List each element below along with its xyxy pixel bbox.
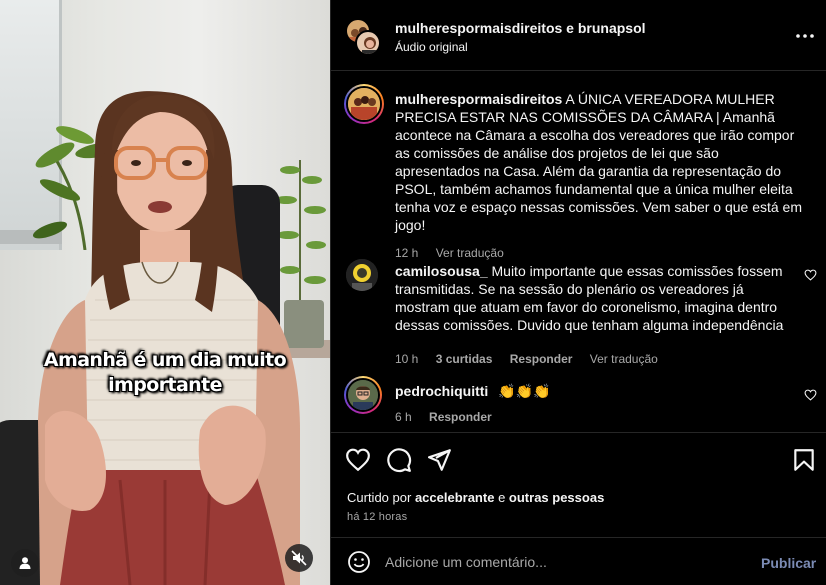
avatar[interactable]: [355, 30, 381, 56]
comment-time[interactable]: 10 h: [395, 352, 418, 366]
comment-meta: 6 h Responder: [395, 408, 795, 426]
liked-by-user[interactable]: accelebrante: [415, 490, 495, 505]
liked-by-others[interactable]: outras pessoas: [509, 490, 604, 505]
post-caption: mulherespormaisdireitos A ÚNICA VEREADOR…: [395, 90, 805, 262]
comment-username[interactable]: pedrochiquitti: [395, 383, 488, 399]
bookmark-icon[interactable]: [791, 447, 817, 473]
comment-username[interactable]: camilosousa_: [395, 263, 488, 279]
person-icon: [19, 557, 31, 569]
audio-label[interactable]: Áudio original: [395, 40, 468, 54]
send-icon[interactable]: [426, 447, 452, 473]
commenter-avatar[interactable]: [344, 376, 382, 414]
comment-icon[interactable]: [386, 447, 412, 473]
reply-button[interactable]: Responder: [429, 410, 492, 424]
reel-video[interactable]: Amanhã é um dia muito importante: [0, 0, 330, 585]
publish-button[interactable]: Publicar: [761, 555, 816, 571]
reply-button[interactable]: Responder: [510, 352, 573, 366]
add-comment-bar: Publicar: [331, 537, 826, 585]
caption-line-2: importante: [108, 374, 222, 396]
commenter-avatar[interactable]: [346, 259, 378, 291]
post-header: mulherespormaisdireitos e brunapsol Áudi…: [331, 0, 826, 71]
comment-time[interactable]: 6 h: [395, 410, 412, 424]
see-translation-link[interactable]: Ver tradução: [590, 352, 658, 366]
liked-by-conjunction: e: [498, 490, 506, 505]
presenter-image: [38, 91, 300, 585]
tagged-users-button[interactable]: [11, 549, 39, 577]
caption-line-1: Amanhã é um dia muito: [43, 349, 287, 371]
post-timestamp[interactable]: há 12 horas: [347, 511, 407, 523]
heart-icon[interactable]: [345, 447, 371, 473]
emoji-icon[interactable]: [347, 550, 371, 574]
comment-likes[interactable]: 3 curtidas: [436, 352, 493, 366]
mute-button[interactable]: [285, 544, 313, 572]
caption-time[interactable]: 12 h: [395, 246, 418, 260]
see-translation-link[interactable]: Ver tradução: [436, 246, 504, 260]
caption-username[interactable]: mulherespormaisdireitos: [395, 91, 562, 107]
comment-item: camilosousa_ Muito importante que essas …: [395, 262, 795, 368]
caption-author-avatar[interactable]: [344, 84, 384, 124]
comment-meta: 10 h 3 curtidas Responder Ver tradução: [395, 350, 795, 368]
caption-meta: 12 h Ver tradução: [395, 244, 805, 262]
comment-text: 👏👏👏: [498, 383, 551, 399]
speaker-muted-icon: [291, 550, 307, 566]
post-details-panel: mulherespormaisdireitos e brunapsol Áudi…: [330, 0, 826, 585]
comment-input[interactable]: [385, 548, 745, 576]
comment-like-heart-icon[interactable]: [804, 389, 817, 401]
comment-like-heart-icon[interactable]: [804, 269, 817, 281]
video-caption: Amanhã é um dia muito importante: [0, 348, 330, 398]
post-authors[interactable]: mulherespormaisdireitos e brunapsol: [395, 20, 646, 36]
liked-by-prefix: Curtido por: [347, 490, 412, 505]
caption-text: A ÚNICA VEREADORA MULHER PRECISA ESTAR N…: [395, 91, 803, 233]
more-horizontal-icon[interactable]: [793, 26, 817, 46]
liked-by: Curtido por accelebrante e outras pessoa…: [347, 490, 604, 505]
collab-avatars[interactable]: [345, 18, 381, 56]
post-actions: Curtido por accelebrante e outras pessoa…: [331, 432, 826, 537]
comment-item: pedrochiquitti 👏👏👏 6 h Responder: [395, 382, 795, 426]
